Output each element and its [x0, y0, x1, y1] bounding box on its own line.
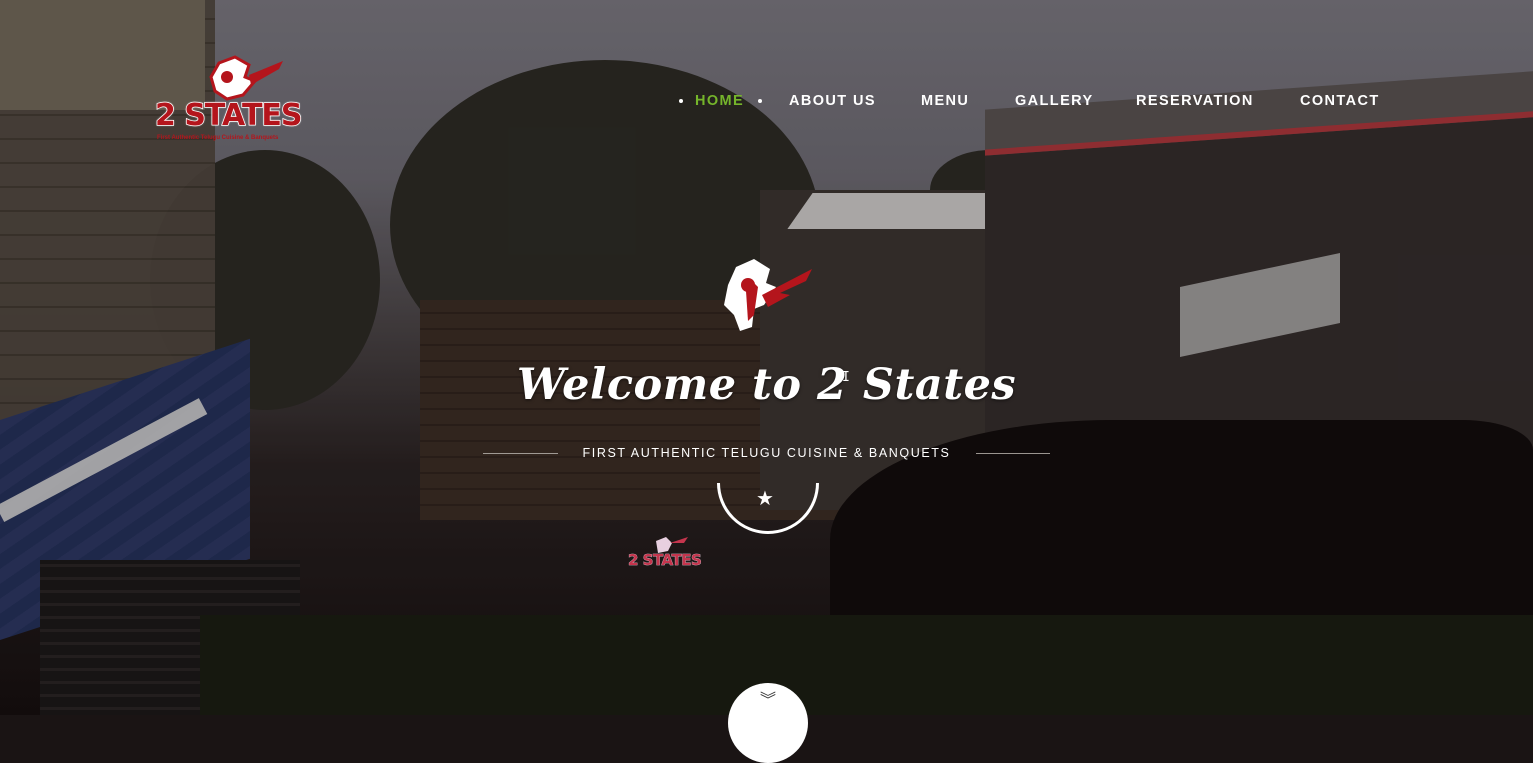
site-logo[interactable]: 2 STATES First Authentic Telugu Cuisine … — [154, 55, 310, 147]
hero-star-badge: ★ — [717, 482, 819, 534]
chevron-double-down-icon: ︾ — [759, 690, 776, 709]
nav-item-contact[interactable]: CONTACT — [1300, 93, 1380, 109]
nav-item-home[interactable]: HOME — [695, 93, 744, 109]
subtitle-divider-right — [976, 453, 1050, 454]
logo-wordmark: 2 STATES — [154, 98, 303, 134]
wall-sign: 2 STATES — [628, 535, 703, 577]
nav-item-menu[interactable]: MENU — [921, 93, 969, 109]
hero-subtitle-block: FIRST AUTHENTIC TELUGU CUISINE & BANQUET… — [483, 445, 1050, 463]
wall-sign-text: 2 STATES — [628, 551, 702, 570]
nav-item-gallery[interactable]: GALLERY — [1015, 93, 1094, 109]
hero-title: Welcome to 2 States — [516, 360, 1017, 410]
hero-logo-icon — [724, 259, 812, 331]
nav-item-reservation[interactable]: RESERVATION — [1136, 93, 1254, 109]
text-cursor-icon: I — [842, 370, 850, 385]
logo-tagline: First Authentic Telugu Cuisine & Banquet… — [157, 135, 279, 141]
logo-map-icon — [209, 55, 283, 101]
scroll-down-button[interactable]: ︾ — [728, 683, 808, 763]
nav-item-about-us[interactable]: ABOUT US — [789, 93, 876, 109]
star-icon: ★ — [756, 486, 774, 510]
nav-active-dot-left — [679, 99, 683, 103]
hero-subtitle: FIRST AUTHENTIC TELUGU CUISINE & BANQUET… — [582, 446, 951, 460]
nav-active-dot-right — [758, 99, 762, 103]
